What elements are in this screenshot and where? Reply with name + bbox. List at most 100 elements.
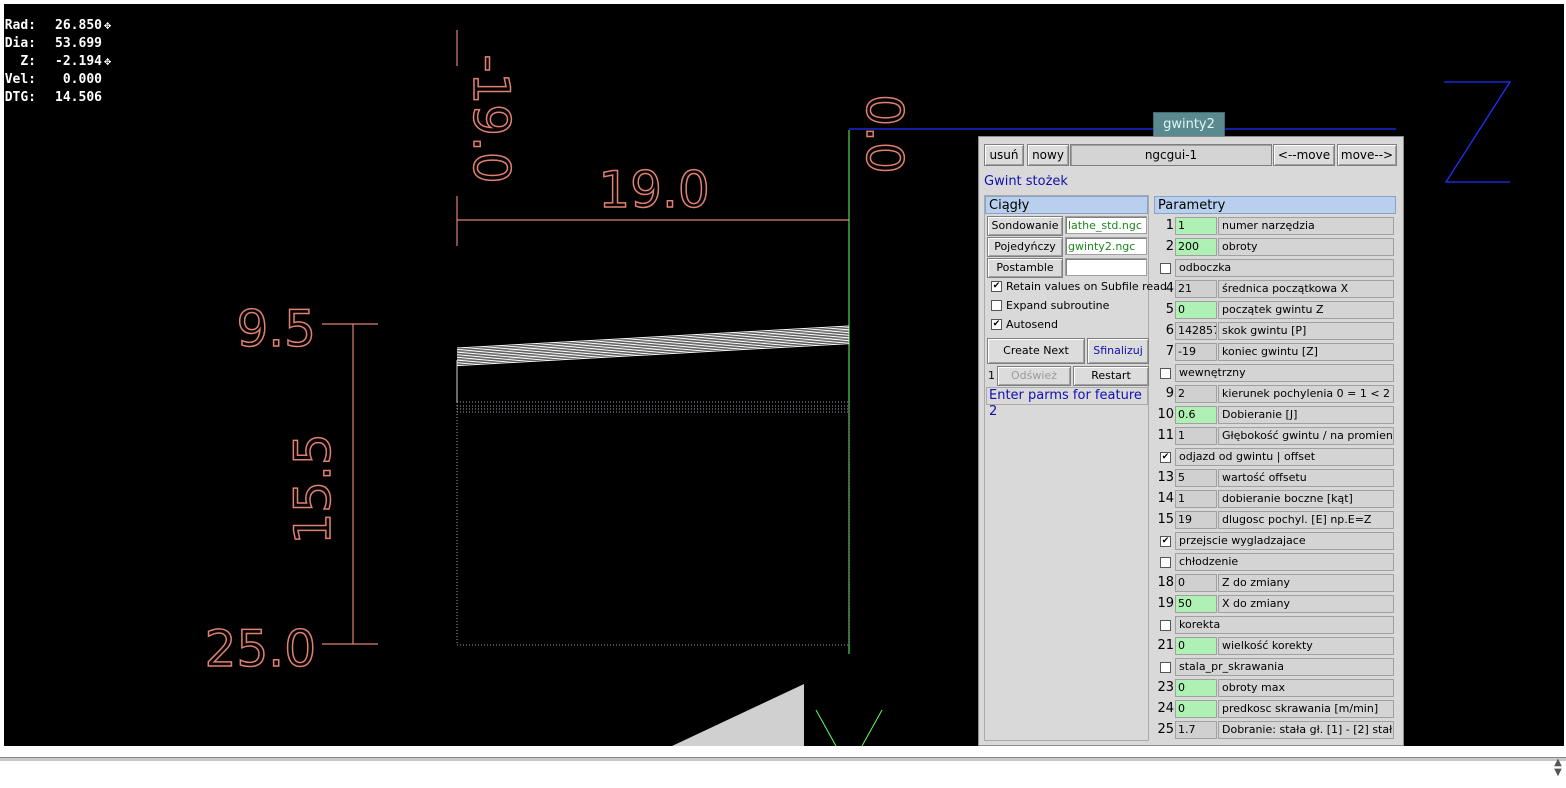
param-number: 5 xyxy=(1165,302,1174,317)
param-value-field[interactable]: 50 xyxy=(1175,595,1217,613)
param-number: 9 xyxy=(1165,386,1174,401)
postamble-file-field[interactable] xyxy=(1065,258,1147,276)
param-value-field[interactable]: 200 xyxy=(1175,238,1217,256)
dim-left-mid-label: 15.5 xyxy=(284,433,342,544)
preamble-file-field[interactable]: lathe_std.ngc xyxy=(1065,216,1147,234)
param-checkbox[interactable] xyxy=(1160,620,1171,631)
param-label: wewnętrzny xyxy=(1175,364,1394,382)
param-row: stala_pr_skrawania xyxy=(1154,657,1396,677)
param-value-field[interactable]: 1 xyxy=(1175,217,1217,235)
param-checkbox[interactable]: ✔ xyxy=(1160,452,1171,463)
param-checkbox[interactable] xyxy=(1160,368,1171,379)
param-label: dobieranie boczne [kąt] xyxy=(1218,490,1394,508)
param-value-field[interactable]: -19 xyxy=(1175,343,1217,361)
param-number: 4 xyxy=(1165,281,1174,296)
tab-gwinty2[interactable]: gwinty2 xyxy=(1153,112,1225,136)
param-label: Z do zmiany xyxy=(1218,574,1394,592)
param-value-field[interactable]: 1 xyxy=(1175,490,1217,508)
tool-shape xyxy=(672,684,804,746)
param-checkbox[interactable] xyxy=(1160,557,1171,568)
dim-left-bottom-label: 25.0 xyxy=(205,620,316,678)
move-right-button[interactable]: move--> xyxy=(1337,144,1397,166)
param-row: 18 0 Z do zmiany xyxy=(1154,573,1396,593)
param-row: 14 1 dobieranie boczne [kąt] xyxy=(1154,489,1396,509)
param-label: przejscie wygladzajace xyxy=(1175,532,1394,550)
param-row: ✔ przejscie wygladzajace xyxy=(1154,531,1396,551)
param-value-field[interactable]: 142857 xyxy=(1175,322,1217,340)
status-message: Enter parms for feature 2 xyxy=(986,387,1148,419)
param-number: 15 xyxy=(1157,512,1174,527)
param-number: 21 xyxy=(1157,638,1174,653)
param-row: 1 1 numer narzędzia xyxy=(1154,216,1396,236)
param-row: 7 -19 koniec gwintu [Z] xyxy=(1154,342,1396,362)
param-row: 13 5 wartość offsetu xyxy=(1154,468,1396,488)
param-value-field[interactable]: 2 xyxy=(1175,385,1217,403)
left-section-header: Ciągły xyxy=(985,196,1148,214)
page-name-field[interactable]: ngcgui-1 xyxy=(1070,144,1272,166)
param-label: koniec gwintu [Z] xyxy=(1218,343,1394,361)
finalize-button[interactable]: Sfinalizuj xyxy=(1087,338,1149,364)
restart-button[interactable]: Restart xyxy=(1073,366,1149,386)
tool-x-marker xyxy=(815,709,837,746)
param-value-field[interactable]: 0 xyxy=(1175,574,1217,592)
postamble-button[interactable]: Postamble xyxy=(987,258,1063,278)
param-value-field[interactable]: 0 xyxy=(1175,700,1217,718)
param-number: 2 xyxy=(1165,239,1174,254)
checkbox-box[interactable] xyxy=(991,299,1002,311)
new-page-button[interactable]: nowy xyxy=(1027,144,1069,166)
param-value-field[interactable]: 19 xyxy=(1175,511,1217,529)
param-value-field[interactable]: 1.7 xyxy=(1175,721,1217,739)
param-number: 14 xyxy=(1157,491,1174,506)
param-value-field[interactable]: 0 xyxy=(1175,301,1217,319)
param-row: ✔ odjazd od gwintu | offset xyxy=(1154,447,1396,467)
dim-left-top-label: 9.5 xyxy=(236,300,316,358)
param-checkbox[interactable] xyxy=(1160,263,1171,274)
param-row: odboczka xyxy=(1154,258,1396,278)
autosend-checkbox[interactable]: ✔ Autosend xyxy=(991,318,1058,332)
param-label: stala_pr_skrawania xyxy=(1175,658,1394,676)
param-value-field[interactable]: 5 xyxy=(1175,469,1217,487)
param-row: 6 142857 skok gwintu [P] xyxy=(1154,321,1396,341)
param-checkbox[interactable] xyxy=(1160,662,1171,673)
param-row: 5 0 początek gwintu Z xyxy=(1154,300,1396,320)
param-value-field[interactable]: 0 xyxy=(1175,637,1217,655)
param-label: wartość offsetu xyxy=(1218,469,1394,487)
retain-values-checkbox[interactable]: ✔ Retain values on Subfile read xyxy=(991,280,1167,294)
subfile-button[interactable]: Pojedyńczy xyxy=(987,237,1063,257)
param-value-field[interactable]: 21 xyxy=(1175,280,1217,298)
param-row: 15 19 dlugosc pochyl. [E] np.E=Z xyxy=(1154,510,1396,530)
param-label: predkosc skrawania [m/min] xyxy=(1218,700,1394,718)
create-next-button[interactable]: Create Next xyxy=(987,338,1085,364)
param-label: kierunek pochylenia 0 = 1 < 2 > xyxy=(1218,385,1394,403)
checkbox-box[interactable]: ✔ xyxy=(991,318,1002,330)
param-row: wewnętrzny xyxy=(1154,363,1396,383)
expand-subroutine-checkbox[interactable]: Expand subroutine xyxy=(991,299,1109,313)
refresh-button[interactable]: Odśwież xyxy=(997,366,1071,386)
feature-title: Gwint stożek xyxy=(984,174,1068,189)
param-label: numer narzędzia xyxy=(1218,217,1394,235)
checkbox-box[interactable]: ✔ xyxy=(991,280,1002,292)
param-value-field[interactable]: 1 xyxy=(1175,427,1217,445)
param-number: 18 xyxy=(1157,575,1174,590)
param-value-field[interactable]: 0 xyxy=(1175,679,1217,697)
subfile-file-field[interactable]: gwinty2.ngc xyxy=(1065,237,1147,255)
remove-page-button[interactable]: usuń xyxy=(984,144,1024,166)
param-label: odboczka xyxy=(1175,259,1394,277)
horizontal-scrollbar[interactable] xyxy=(0,757,1566,761)
param-number: 1 xyxy=(1165,218,1174,233)
param-label: Głębokość gwintu / na promieniu xyxy=(1218,427,1394,445)
preamble-button[interactable]: Sondowanie xyxy=(987,216,1063,236)
move-left-button[interactable]: <--move xyxy=(1273,144,1335,166)
param-row: 2 200 obroty xyxy=(1154,237,1396,257)
dim-horizontal-label: 19.0 xyxy=(598,161,709,219)
param-number: 19 xyxy=(1157,596,1174,611)
param-label: Dobieranie [J] xyxy=(1218,406,1394,424)
bottom-area xyxy=(0,746,1566,788)
param-label: X do zmiany xyxy=(1218,595,1394,613)
param-value-field[interactable]: 0.6 xyxy=(1175,406,1217,424)
param-row: 9 2 kierunek pochylenia 0 = 1 < 2 > xyxy=(1154,384,1396,404)
param-checkbox[interactable]: ✔ xyxy=(1160,536,1171,547)
param-label: dlugosc pochyl. [E] np.E=Z xyxy=(1218,511,1394,529)
param-label: korekta xyxy=(1175,616,1394,634)
scroll-up-icon[interactable]: ▲ ▼ xyxy=(1552,758,1564,788)
